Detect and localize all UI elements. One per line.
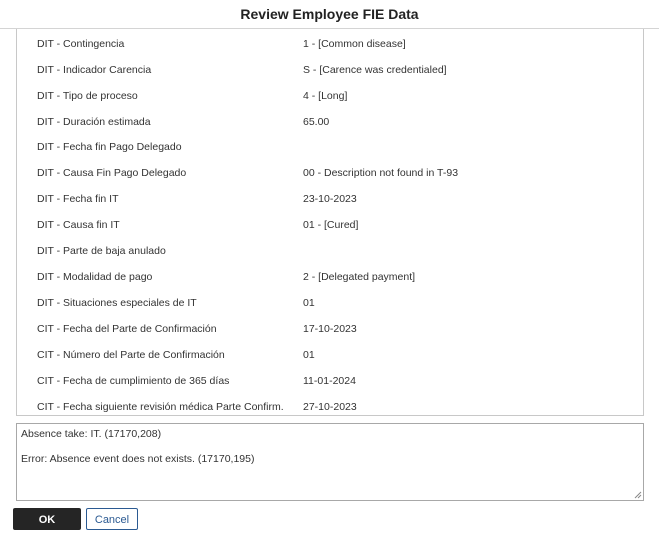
field-label: CIT - Fecha del Parte de Confirmación <box>37 323 217 335</box>
field-row: CIT - Fecha siguiente revisión médica Pa… <box>17 394 643 415</box>
field-label: CIT - Número del Parte de Confirmación <box>37 349 225 361</box>
field-label: DIT - Causa Fin Pago Delegado <box>37 167 187 179</box>
field-label: DIT - Fecha fin IT <box>37 193 119 205</box>
field-label: DIT - Tipo de proceso <box>37 90 138 102</box>
field-label: CIT - Fecha de cumplimiento de 365 días <box>37 375 230 387</box>
field-value: 1 - [Common disease] <box>303 38 406 50</box>
ok-button[interactable]: OK <box>13 508 81 530</box>
field-label: DIT - Causa fin IT <box>37 219 120 231</box>
message-line: Absence take: IT. (17170,208) <box>21 428 162 440</box>
field-label: DIT - Situaciones especiales de IT <box>37 297 197 309</box>
field-value: 01 - [Cured] <box>303 219 359 231</box>
field-row: DIT - Fecha fin IT 23-10-2023 <box>17 186 643 212</box>
field-value: 2 - [Delegated payment] <box>303 271 416 283</box>
message-line: Error: Absence event does not exists. (1… <box>21 453 255 465</box>
field-row: CIT - Número del Parte de Confirmación 0… <box>17 342 643 368</box>
field-row: DIT - Parte de baja anulado <box>17 238 643 264</box>
field-value: 65.00 <box>303 116 330 128</box>
field-row: CIT - Fecha del Parte de Confirmación 17… <box>17 316 643 342</box>
field-row: DIT - Modalidad de pago 2 - [Delegated p… <box>17 264 643 290</box>
resize-grip-icon[interactable] <box>634 491 642 499</box>
field-value: 01 <box>303 297 315 309</box>
employee-data-panel[interactable]: DIT - Contingencia 1 - [Common disease] … <box>16 29 644 416</box>
cancel-button[interactable]: Cancel <box>86 508 138 530</box>
field-row: DIT - Causa fin IT 01 - [Cured] <box>17 212 643 238</box>
field-label: CIT - Fecha siguiente revisión médica Pa… <box>37 401 284 413</box>
field-label: DIT - Duración estimada <box>37 116 151 128</box>
field-row: DIT - Indicador Carencia S - [Carence wa… <box>17 57 643 83</box>
field-row: DIT - Contingencia 1 - [Common disease] <box>17 31 643 57</box>
field-value: 11-01-2024 <box>303 375 356 387</box>
field-row: DIT - Situaciones especiales de IT 01 <box>17 290 643 316</box>
field-value: S - [Carence was credentialed] <box>303 64 447 76</box>
messages-textarea[interactable]: Absence take: IT. (17170,208) Error: Abs… <box>16 423 644 501</box>
field-row: DIT - Causa Fin Pago Delegado 00 - Descr… <box>17 160 643 186</box>
field-value: 23-10-2023 <box>303 193 357 205</box>
field-row: DIT - Duración estimada 65.00 <box>17 109 643 135</box>
dialog-title: Review Employee FIE Data <box>0 0 659 29</box>
field-label: DIT - Fecha fin Pago Delegado <box>37 141 182 153</box>
field-value: 4 - [Long] <box>303 90 348 102</box>
field-label: DIT - Indicador Carencia <box>37 64 152 76</box>
field-label: DIT - Parte de baja anulado <box>37 245 166 257</box>
field-value: 00 - Description not found in T-93 <box>303 167 459 179</box>
field-row: DIT - Fecha fin Pago Delegado <box>17 134 643 160</box>
field-value: 01 <box>303 349 315 361</box>
field-row: CIT - Fecha de cumplimiento de 365 días … <box>17 368 643 394</box>
field-value: 27-10-2023 <box>303 401 357 413</box>
field-value: 17-10-2023 <box>303 323 357 335</box>
field-label: DIT - Contingencia <box>37 38 125 50</box>
field-label: DIT - Modalidad de pago <box>37 271 153 283</box>
field-row: DIT - Tipo de proceso 4 - [Long] <box>17 83 643 109</box>
